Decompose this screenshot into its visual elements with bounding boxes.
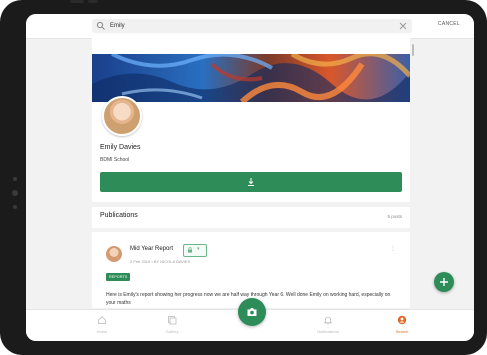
nav-label: Search [395, 329, 409, 334]
top-button [88, 0, 98, 3]
bell-icon [323, 316, 333, 325]
close-icon[interactable] [398, 21, 408, 31]
section-divider [92, 228, 410, 232]
side-camera [12, 190, 18, 196]
profile-name: Emily Davies [100, 144, 141, 151]
nav-item-notifications[interactable]: Notifications [308, 313, 348, 339]
camera-icon [247, 308, 257, 316]
add-post-button[interactable] [434, 272, 454, 292]
home-icon [98, 316, 106, 324]
profile-banner-image [92, 54, 410, 102]
category-tag[interactable]: REPORTS [106, 273, 131, 281]
side-camera [13, 177, 17, 181]
post-meta: 2 Feb 2019 • BY NICOLA DAVIES [130, 259, 191, 264]
nav-label: Home [96, 329, 108, 334]
profile-icon [397, 315, 407, 325]
side-camera [13, 205, 17, 209]
nav-label: Notifications [317, 329, 339, 334]
top-button [70, 0, 84, 3]
search-input[interactable] [110, 19, 380, 33]
bottom-navigation: Home Gallery Notifications Search [26, 298, 474, 341]
plus-icon [440, 278, 448, 286]
scrollbar[interactable] [412, 44, 414, 56]
post-title[interactable]: Mid Year Report [130, 246, 173, 252]
search-icon [96, 21, 105, 30]
nav-item-home[interactable]: Home [82, 313, 122, 339]
nav-item-gallery[interactable]: Gallery [152, 313, 192, 339]
cancel-button[interactable]: CANCEL [438, 21, 460, 27]
avatar[interactable] [102, 96, 142, 136]
download-icon [248, 178, 254, 186]
publications-heading: Publications [100, 212, 138, 219]
download-button[interactable] [100, 172, 402, 192]
chevron-down-icon: ▾ [197, 246, 200, 252]
gallery-icon [168, 316, 177, 325]
nav-label: Gallery [165, 329, 179, 334]
tablet-frame: CANCEL [0, 0, 487, 355]
section-divider [92, 202, 410, 207]
app-screen: CANCEL [26, 14, 474, 341]
post-author-avatar[interactable] [106, 246, 122, 262]
profile-card: Emily Davies BDMI School Publications 5 … [92, 38, 410, 323]
privacy-dropdown[interactable]: ▾ [183, 244, 207, 257]
school-name: BDMI School [100, 157, 130, 163]
camera-button[interactable] [238, 298, 266, 326]
search-bar: CANCEL [26, 14, 474, 39]
search-box[interactable] [92, 19, 412, 33]
publications-count: 5 posts [387, 214, 402, 219]
nav-item-search[interactable]: Search [382, 313, 422, 339]
more-options-icon[interactable]: ⋮ [390, 245, 396, 252]
lock-icon [188, 247, 192, 253]
